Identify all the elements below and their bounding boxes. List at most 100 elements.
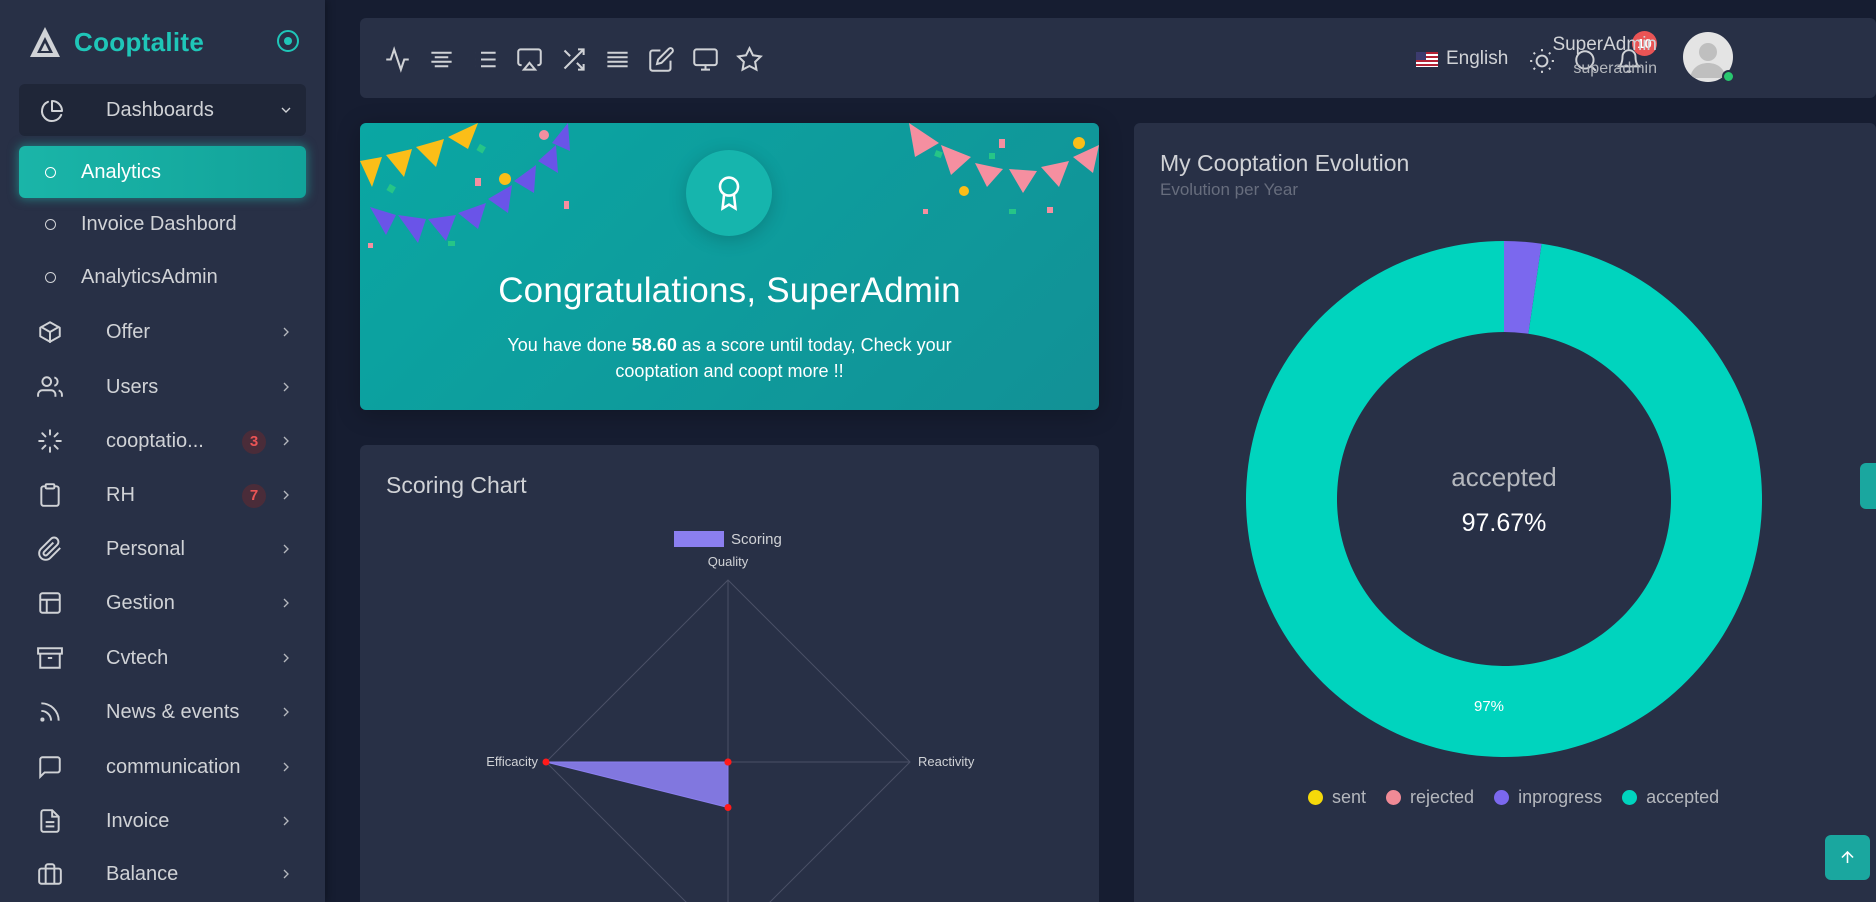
donut-slice-accepted xyxy=(1246,241,1762,757)
radar-legend-label: Scoring xyxy=(731,531,782,548)
sidebar-item-label: News & events xyxy=(106,700,240,723)
online-status-dot xyxy=(1722,70,1735,83)
rss-icon xyxy=(40,702,60,722)
radar-axis-label: Efficacity xyxy=(486,754,538,769)
chevron-right-icon xyxy=(283,436,289,446)
chevron-right-icon xyxy=(283,382,289,392)
legend-label: accepted xyxy=(1646,787,1720,807)
sidebar-item-label: Gestion xyxy=(106,591,175,614)
legend-swatch xyxy=(1386,790,1402,805)
chevron-down-icon xyxy=(281,107,291,113)
list-icon[interactable] xyxy=(472,46,499,73)
sidebar-group-dashboards[interactable]: Dashboards xyxy=(19,84,306,136)
radar-axis-label: Reactivity xyxy=(918,754,975,769)
sidebar-item-rh[interactable]: RH 7 xyxy=(19,469,306,521)
circle-icon xyxy=(45,167,56,178)
scoring-radar-chart: Quality Reactivity Efficacity Scoring xyxy=(486,531,975,902)
briefcase-icon xyxy=(38,863,62,885)
clipboard-icon xyxy=(40,483,60,507)
chevron-right-icon xyxy=(283,816,289,826)
confetti-left-decoration xyxy=(360,123,570,248)
chevron-right-icon xyxy=(283,762,289,772)
sun-icon[interactable] xyxy=(1529,48,1555,74)
sidebar-item-badge: 7 xyxy=(242,484,266,508)
align-justify-icon[interactable] xyxy=(604,46,631,73)
us-flag-icon xyxy=(1416,51,1438,67)
sidebar-item-label: Users xyxy=(106,375,159,398)
sidebar-item-personal[interactable]: Personal xyxy=(19,523,306,575)
legend-label: sent xyxy=(1332,787,1367,807)
sidebar-item-offer[interactable]: Offer xyxy=(19,306,306,358)
scoring-chart-card: Scoring Chart Quality Reactivity Efficacit… xyxy=(360,445,1099,902)
radar-series-area xyxy=(545,761,729,809)
bookmark-toolbar xyxy=(384,46,763,73)
language-selector[interactable]: English xyxy=(1416,48,1508,70)
congratulations-card: Congratulations, SuperAdmin You have don… xyxy=(360,123,1099,410)
sidebar-item-balance[interactable]: Balance xyxy=(19,848,306,900)
congratulations-message: You have done 58.60 as a score until tod… xyxy=(470,332,989,384)
award-icon xyxy=(718,176,740,211)
radar-data-point xyxy=(724,758,732,766)
customizer-toggle-tab[interactable] xyxy=(1860,463,1876,509)
sidebar-item-label: RH xyxy=(106,483,135,506)
sidebar-item-badge: 3 xyxy=(242,430,266,454)
user-score: 58.60 xyxy=(631,335,677,355)
sidebar-item-label: cooptatio... xyxy=(106,429,204,452)
shuffle-icon[interactable] xyxy=(560,46,587,73)
sidebar-item-cvtech[interactable]: Cvtech xyxy=(19,632,306,684)
sidebar-item-analytics[interactable]: Analytics xyxy=(19,146,306,198)
sidebar-item-gestion[interactable]: Gestion xyxy=(19,577,306,629)
scroll-to-top-button[interactable] xyxy=(1825,835,1870,880)
top-navbar: English 10 SuperAdmin superadmin xyxy=(360,18,1876,98)
legend-item[interactable]: accepted xyxy=(1622,787,1719,808)
brand[interactable]: Cooptalite xyxy=(0,0,325,84)
sidebar-item-label: Cvtech xyxy=(106,646,169,669)
sidebar-item-communication[interactable]: communication xyxy=(19,741,306,793)
legend-item[interactable]: sent xyxy=(1308,787,1366,808)
radar-axis-label: Quality xyxy=(708,554,749,569)
legend-item[interactable]: rejected xyxy=(1386,787,1474,808)
sidebar-item-news-events[interactable]: News & events xyxy=(19,686,306,738)
radar-data-point xyxy=(542,758,550,766)
edit-icon[interactable] xyxy=(648,46,675,73)
sidebar-item-label: communication xyxy=(106,755,241,778)
sidebar-item-invoice-dashbord[interactable]: Invoice Dashbord xyxy=(19,198,306,250)
brand-name: Cooptalite xyxy=(74,26,205,57)
chevron-right-icon xyxy=(283,544,289,554)
legend-item[interactable]: inprogress xyxy=(1494,787,1602,808)
donut-legend: sent rejected inprogress accepted xyxy=(1308,787,1719,808)
user-name[interactable]: SuperAdmin xyxy=(1552,34,1657,56)
sidebar-collapse-toggle-icon[interactable] xyxy=(277,30,299,52)
chevron-right-icon xyxy=(283,707,289,717)
message-text-before: You have done xyxy=(507,335,632,355)
airplay-icon[interactable] xyxy=(516,46,543,73)
archive-icon xyxy=(37,647,63,669)
brand-logo-icon xyxy=(30,27,60,57)
sidebar-item-users[interactable]: Users xyxy=(19,361,306,413)
sidebar-item-analyticsadmin[interactable]: AnalyticsAdmin xyxy=(19,251,306,303)
congratulations-title: Congratulations, SuperAdmin xyxy=(498,271,961,310)
donut-slice-label: 97% xyxy=(1474,698,1504,715)
chevron-right-icon xyxy=(283,327,289,337)
loader-icon xyxy=(38,429,62,453)
users-icon xyxy=(37,376,63,397)
chevron-right-icon xyxy=(283,490,289,500)
donut-center-label: accepted xyxy=(1451,462,1557,492)
sidebar-item-invoice[interactable]: Invoice xyxy=(19,795,306,847)
arrow-up-icon xyxy=(1841,850,1854,864)
circle-icon xyxy=(45,219,56,230)
legend-swatch xyxy=(1622,790,1638,805)
paperclip-icon xyxy=(38,536,61,561)
monitor-icon[interactable] xyxy=(692,46,719,73)
layout-icon xyxy=(39,592,61,614)
align-center-icon[interactable] xyxy=(428,46,455,73)
scrolled-content-ghost xyxy=(420,0,700,14)
chevron-right-icon xyxy=(283,653,289,663)
activity-icon[interactable] xyxy=(384,46,411,73)
cooptation-donut-chart: accepted 97.67% 97% xyxy=(1246,241,1762,757)
legend-swatch xyxy=(1308,790,1323,805)
sidebar-item-label: Offer xyxy=(106,320,151,343)
sidebar-item-cooptation[interactable]: cooptatio... 3 xyxy=(19,415,306,467)
award-badge xyxy=(686,150,772,236)
star-icon[interactable] xyxy=(736,46,763,73)
